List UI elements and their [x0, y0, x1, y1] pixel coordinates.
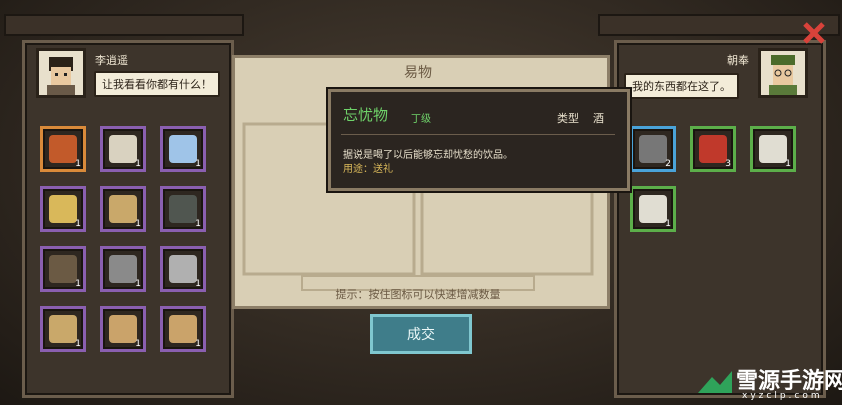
item-count: 1 — [135, 159, 141, 169]
merchant-portrait-icon — [769, 55, 797, 95]
trade-button[interactable]: 成交 — [370, 314, 472, 354]
item-count: 1 — [665, 219, 671, 229]
bowl-icon — [639, 195, 667, 223]
key-icon — [169, 255, 197, 283]
merchant-name: 朝奉 — [727, 54, 749, 67]
gold-nugget-icon — [49, 195, 77, 223]
player-name: 李逍遥 — [95, 54, 128, 67]
bowl-icon — [759, 135, 787, 163]
watermark-url: xyzclp.com — [742, 391, 823, 401]
item-count: 2 — [665, 159, 671, 169]
left-roof-beam — [4, 14, 244, 36]
item-count: 1 — [75, 159, 81, 169]
item-tooltip: 忘忧物 丁级 类型 酒 据说是喝了以后能够忘却忧愁的饮品。 用途：送礼 — [328, 89, 630, 191]
tooltip-type-value: 酒 — [593, 112, 604, 125]
player-item-slot[interactable]: 1 — [160, 306, 206, 352]
tooltip-item-name: 忘忧物 — [343, 106, 389, 124]
item-count: 1 — [195, 219, 201, 229]
tooltip-type-label: 类型 — [557, 112, 579, 125]
trade-title: 易物 — [404, 65, 432, 81]
player-item-slot[interactable]: 1 — [40, 246, 86, 292]
close-button[interactable] — [802, 21, 826, 45]
map-tile-icon — [109, 315, 137, 343]
scroll-bundle-icon — [109, 195, 137, 223]
item-count: 1 — [75, 339, 81, 349]
jar-icon — [49, 255, 77, 283]
merchant-avatar — [758, 48, 808, 98]
item-count: 1 — [195, 339, 201, 349]
item-count: 3 — [725, 159, 731, 169]
tooltip-use: 用途：送礼 — [343, 164, 393, 175]
iron-bar-icon — [109, 255, 137, 283]
item-count: 1 — [195, 159, 201, 169]
item-count: 1 — [785, 159, 791, 169]
player-item-slot[interactable]: 1 — [40, 306, 86, 352]
close-icon — [803, 22, 825, 44]
merchant-item-slot[interactable]: 2 — [630, 126, 676, 172]
merchant-item-slot[interactable]: 1 — [750, 126, 796, 172]
merchant-item-slot[interactable]: 1 — [630, 186, 676, 232]
player-item-slot[interactable]: 1 — [100, 126, 146, 172]
tooltip-description: 据说是喝了以后能够忘却忧愁的饮品。 — [343, 150, 513, 161]
crystal-icon — [169, 135, 197, 163]
item-count: 1 — [75, 279, 81, 289]
tooltip-item-grade: 丁级 — [411, 114, 431, 125]
player-avatar — [36, 48, 86, 98]
player-portrait-icon — [47, 57, 75, 95]
player-item-slot[interactable]: 1 — [100, 246, 146, 292]
watermark-logo-icon — [698, 371, 732, 393]
merchant-speech-bubble: 我的东西都在这了。 — [624, 73, 739, 99]
player-item-slot[interactable]: 1 — [100, 306, 146, 352]
player-item-slot[interactable]: 1 — [40, 126, 86, 172]
item-count: 1 — [135, 219, 141, 229]
tooltip-divider — [341, 134, 615, 135]
player-item-slot[interactable]: 1 — [40, 186, 86, 232]
knife-icon — [109, 135, 137, 163]
player-item-slot[interactable]: 1 — [160, 246, 206, 292]
red-meat-icon — [699, 135, 727, 163]
hint-text: 提示：按住图标可以快速增减数量 — [335, 288, 501, 301]
item-count: 1 — [75, 219, 81, 229]
stones-icon — [639, 135, 667, 163]
item-count: 1 — [135, 339, 141, 349]
player-item-slot[interactable]: 1 — [160, 126, 206, 172]
item-count: 1 — [195, 279, 201, 289]
merchant-item-slot[interactable]: 3 — [690, 126, 736, 172]
red-box-icon — [49, 135, 77, 163]
black-leaf-icon — [169, 195, 197, 223]
player-item-slot[interactable]: 1 — [160, 186, 206, 232]
player-speech-bubble: 让我看看你都有什么！ — [94, 71, 220, 97]
item-count: 1 — [135, 279, 141, 289]
map-tile-icon — [169, 315, 197, 343]
player-item-slot[interactable]: 1 — [100, 186, 146, 232]
scroll-icon — [49, 315, 77, 343]
